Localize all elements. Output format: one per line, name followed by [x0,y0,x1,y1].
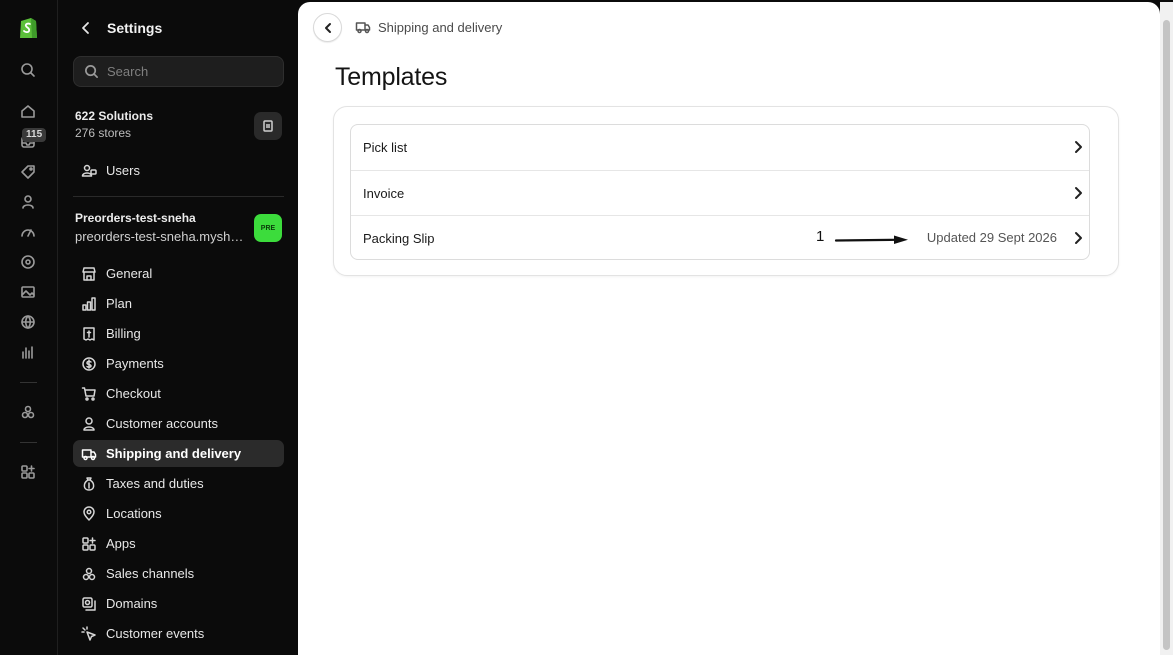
template-updated-date: Updated 29 Sept 2026 [926,230,1057,245]
store-avatar[interactable]: PRE [254,214,282,242]
template-name: Invoice [363,185,405,201]
store-name: Preorders-test-sneha [75,211,196,225]
cart-icon [81,386,96,401]
search-input[interactable] [107,64,267,79]
sidebar-item-label: General [106,266,153,281]
plan-icon [82,296,96,311]
image-icon[interactable] [16,280,40,304]
breadcrumb-label: Shipping and delivery [378,19,503,35]
sidebar-item-shipping-and-delivery[interactable]: Shipping and delivery [73,440,284,467]
sidebar-item-customer-accounts[interactable]: Customer accounts [73,410,284,437]
icon-rail: 115 [0,0,58,655]
chevron-right-icon [1071,186,1085,200]
users-icon [81,164,97,177]
scrollbar[interactable] [1160,2,1173,655]
chevron-right-icon [1071,140,1085,154]
sidebar-item-apps[interactable]: Apps [73,530,284,557]
money-bag-icon [83,476,95,491]
organization-name: 622 Solutions [75,109,154,123]
shopify-logo-icon[interactable] [17,16,39,40]
domains-icon [82,596,96,611]
truck-icon [81,448,97,460]
gauge-icon[interactable] [16,220,40,244]
search-icon [85,65,98,78]
templates-list: Pick list Invoice Packing Slip 1 Updated… [350,124,1090,260]
annotation-number: 1 [816,228,825,245]
settings-title: Settings [107,20,163,36]
payments-icon [82,356,96,371]
sidebar-item-label: Checkout [106,386,161,401]
back-button[interactable] [313,13,342,42]
truck-icon [355,22,371,34]
sidebar-item-label: Sales channels [106,566,195,581]
store-domain: preorders-test-sneha.myshopify.com [75,229,247,244]
organization-store-count: 276 stores [75,126,132,140]
main-content: Shipping and delivery Templates Pick lis… [298,2,1160,655]
sidebar-item-label: Locations [106,506,162,521]
sidebar-item-label: Shipping and delivery [106,446,242,461]
orders-count-badge: 115 [22,128,47,142]
person-icon [83,416,95,431]
sidebar-item-label: Customer accounts [106,416,218,431]
chevron-left-icon[interactable] [79,21,93,35]
channels-icon [82,567,96,580]
store-info: Preorders-test-sneha preorders-test-sneh… [75,209,250,246]
settings-sidebar: Settings 622 Solutions 276 stores Users … [59,0,298,655]
tag-icon[interactable] [16,160,40,184]
sidebar-item-label: Domains [106,596,158,611]
sidebar-item-billing[interactable]: Billing [73,320,284,347]
templates-card: Pick list Invoice Packing Slip 1 Updated… [333,106,1119,276]
location-icon [83,505,95,521]
sidebar-item-locations[interactable]: Locations [73,500,284,527]
document-icon [263,120,273,132]
template-row-invoice[interactable]: Invoice [351,170,1089,215]
rail-divider [20,382,37,383]
organization-info: 622 Solutions 276 stores [75,108,153,142]
template-row-pick-list[interactable]: Pick list [351,125,1089,170]
breadcrumb[interactable]: Shipping and delivery [355,19,502,35]
sidebar-item-label: Billing [106,326,141,341]
sidebar-item-customer-events[interactable]: Customer events [73,620,284,647]
person-icon[interactable] [16,190,40,214]
scrollbar-thumb[interactable] [1163,20,1170,650]
settings-search[interactable] [73,56,284,87]
sidebar-item-checkout[interactable]: Checkout [73,380,284,407]
add-app-icon[interactable] [16,460,40,484]
organization-button[interactable] [254,112,282,140]
home-icon[interactable] [16,100,40,124]
page-title: Templates [335,63,448,91]
sidebar-item-label: Customer events [106,626,205,641]
sidebar-divider [73,196,284,197]
template-name: Packing Slip [363,230,435,246]
sidebar-item-general[interactable]: General [73,260,284,287]
apps-icon [82,536,96,551]
sidebar-item-users[interactable]: Users [73,157,284,184]
sidebar-item-plan[interactable]: Plan [73,290,284,317]
template-name: Pick list [363,140,408,155]
target-icon[interactable] [16,250,40,274]
chevron-right-icon [1071,231,1085,245]
settings-header: Settings [79,17,162,39]
chevron-left-icon [324,22,331,33]
rail-divider [20,442,37,443]
search-icon[interactable] [16,58,40,82]
store-icon [82,266,96,281]
apps-icon[interactable] [16,400,40,424]
sidebar-item-label: Plan [106,296,133,311]
sidebar-item-sales-channels[interactable]: Sales channels [73,560,284,587]
bar-chart-icon[interactable] [16,340,40,364]
annotation-arrow-icon [834,235,908,244]
sidebar-item-label: Users [106,163,140,178]
cursor-icon [81,625,96,641]
sidebar-item-label: Taxes and duties [106,476,204,491]
sidebar-item-label: Apps [106,536,136,551]
sidebar-item-taxes-and-duties[interactable]: Taxes and duties [73,470,284,497]
globe-icon[interactable] [16,310,40,334]
sidebar-item-domains[interactable]: Domains [73,590,284,617]
sidebar-item-payments[interactable]: Payments [73,350,284,377]
template-row-packing-slip[interactable]: Packing Slip 1 Updated 29 Sept 2026 [351,215,1089,260]
sidebar-item-label: Payments [106,356,164,371]
receipt-icon [83,326,95,341]
